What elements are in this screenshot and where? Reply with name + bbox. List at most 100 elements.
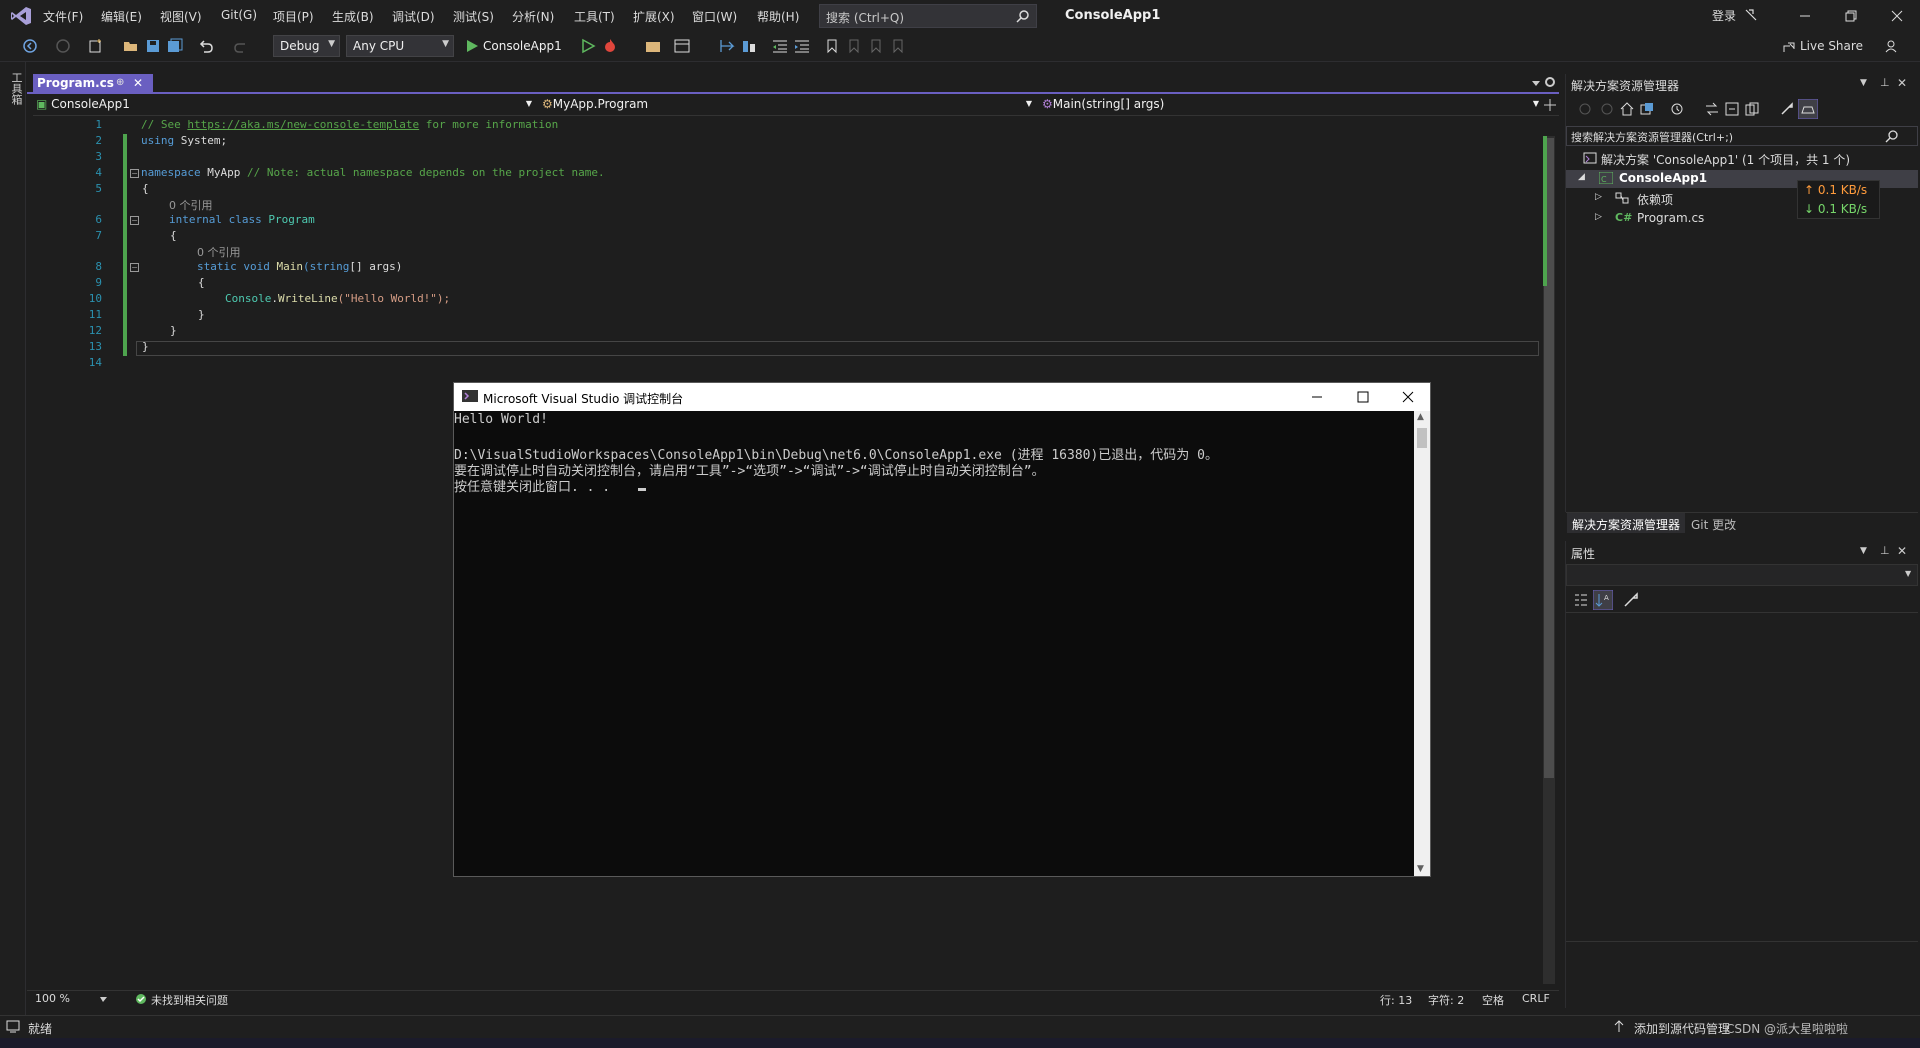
property-pages-icon[interactable] <box>1623 592 1639 608</box>
collapse-all-icon[interactable] <box>1725 102 1739 116</box>
back-icon[interactable] <box>1578 102 1592 116</box>
forward-icon[interactable] <box>1600 102 1614 116</box>
menu-extensions[interactable]: 扩展(X) <box>633 8 675 26</box>
live-share-icon[interactable] <box>1782 40 1798 56</box>
menu-debug[interactable]: 调试(D) <box>392 8 435 26</box>
issues-status[interactable]: 未找到相关问题 <box>151 992 228 1008</box>
menu-file[interactable]: 文件(F) <box>43 8 83 26</box>
project-dropdown[interactable]: ▣ ConsoleApp1 ▼ <box>36 97 532 115</box>
add-to-source-control[interactable]: 添加到源代码管理 <box>1634 1020 1730 1037</box>
console-close-button[interactable] <box>1385 383 1431 411</box>
console-maximize-button[interactable] <box>1340 383 1386 411</box>
split-editor-icon[interactable] <box>1544 99 1556 111</box>
close-panel-icon[interactable]: ✕ <box>1897 544 1907 558</box>
chevron-down-icon[interactable]: ▼ <box>1905 569 1911 578</box>
tab-git-changes[interactable]: Git 更改 <box>1691 516 1736 533</box>
restore-button[interactable] <box>1828 0 1874 32</box>
browse-icon[interactable] <box>645 38 661 54</box>
zoom-level[interactable]: 100 % <box>35 992 70 1005</box>
show-all-files-icon[interactable] <box>1745 102 1759 116</box>
hot-reload-icon[interactable] <box>602 38 618 54</box>
categorized-icon[interactable] <box>1573 592 1589 608</box>
close-tab-icon[interactable]: ✕ <box>133 76 143 90</box>
step-icon[interactable] <box>719 38 735 54</box>
clear-bookmarks-icon[interactable] <box>890 38 906 54</box>
next-bookmark-icon[interactable] <box>868 38 884 54</box>
start-without-debugging-icon[interactable] <box>580 38 596 54</box>
save-all-icon[interactable] <box>167 38 183 54</box>
scroll-up-icon[interactable]: ▲ <box>1417 412 1424 422</box>
menu-window[interactable]: 窗口(W) <box>692 8 737 26</box>
layout-icon[interactable] <box>674 38 690 54</box>
line-ending-indicator[interactable]: CRLF <box>1522 992 1550 1005</box>
char-indicator[interactable]: 字符: 2 <box>1428 992 1464 1008</box>
sync-icon[interactable] <box>1705 102 1719 116</box>
menu-help[interactable]: 帮助(H) <box>757 8 799 26</box>
properties-icon[interactable] <box>1780 102 1794 116</box>
zoom-dropdown-icon[interactable] <box>98 994 110 1006</box>
search-input[interactable]: 搜索 (Ctrl+Q) <box>819 4 1037 28</box>
outdent-icon[interactable] <box>772 38 788 54</box>
collapse-icon[interactable]: − <box>130 216 139 225</box>
tree-solution[interactable]: 解决方案 'ConsoleApp1' (1 个项目，共 1 个) <box>1601 151 1850 168</box>
output-icon[interactable] <box>6 1019 20 1033</box>
live-share-button[interactable]: Live Share <box>1800 39 1863 53</box>
forward-icon[interactable] <box>55 38 71 54</box>
preview-selected-icon[interactable] <box>1798 99 1818 119</box>
configuration-select[interactable]: Debug ▼ <box>273 35 340 57</box>
menu-view[interactable]: 视图(V) <box>160 8 202 26</box>
prev-bookmark-icon[interactable] <box>846 38 862 54</box>
pending-changes-icon[interactable] <box>1670 102 1684 116</box>
menu-edit[interactable]: 编辑(E) <box>101 8 142 26</box>
properties-object-select[interactable] <box>1566 564 1918 586</box>
indent-icon[interactable] <box>794 38 810 54</box>
undo-icon[interactable] <box>198 38 214 54</box>
open-folder-icon[interactable] <box>123 38 139 54</box>
back-icon[interactable] <box>22 38 38 54</box>
collapse-icon[interactable]: − <box>130 263 139 272</box>
menu-test[interactable]: 测试(S) <box>453 8 494 26</box>
tab-overflow-icon[interactable] <box>1531 78 1541 88</box>
menu-git[interactable]: Git(G) <box>221 8 257 26</box>
expand-arrow-icon[interactable]: ◢ <box>1578 172 1585 182</box>
class-dropdown[interactable]: ⚙MyApp.Program ▼ <box>542 97 1032 115</box>
pin-icon[interactable]: ⊕ <box>116 77 124 88</box>
collapse-icon[interactable]: − <box>130 169 139 178</box>
alphabetical-icon[interactable]: A <box>1593 590 1613 610</box>
diagnostics-icon[interactable] <box>741 38 757 54</box>
whitespace-indicator[interactable]: 空格 <box>1482 992 1504 1008</box>
expand-arrow-icon[interactable]: ▷ <box>1595 192 1602 202</box>
menu-tools[interactable]: 工具(T) <box>574 8 615 26</box>
reference-count[interactable]: 0 个引用 <box>197 244 241 260</box>
member-dropdown[interactable]: ⚙Main(string[] args) ▼ <box>1042 97 1539 115</box>
platform-select[interactable]: Any CPU ▼ <box>346 35 454 57</box>
pin-icon[interactable]: ⊥ <box>1880 544 1890 557</box>
new-project-icon[interactable] <box>88 38 104 54</box>
expand-arrow-icon[interactable]: ▷ <box>1595 212 1602 222</box>
feedback-icon[interactable] <box>1744 8 1758 22</box>
close-panel-icon[interactable]: ✕ <box>1897 76 1907 90</box>
panel-menu-icon[interactable]: ▼ <box>1860 546 1867 556</box>
console-scrollbar-thumb[interactable] <box>1417 428 1427 448</box>
minimize-button[interactable] <box>1782 0 1828 32</box>
tree-program-cs[interactable]: Program.cs <box>1637 211 1704 225</box>
scroll-down-icon[interactable]: ▼ <box>1417 864 1424 874</box>
comment-link[interactable]: https://aka.ms/new-console-template <box>187 118 419 131</box>
save-icon[interactable] <box>145 38 161 54</box>
run-button-label[interactable]: ConsoleApp1 <box>483 39 562 53</box>
tree-dependencies[interactable]: 依赖项 <box>1637 191 1673 208</box>
login-button[interactable]: 登录 <box>1712 7 1736 24</box>
toolbox-tab[interactable]: 工具箱 <box>8 72 24 105</box>
menu-build[interactable]: 生成(B) <box>332 8 374 26</box>
close-window-button[interactable] <box>1874 0 1920 32</box>
tab-solution-explorer[interactable]: 解决方案资源管理器 <box>1567 513 1686 533</box>
redo-icon[interactable] <box>233 38 249 54</box>
tree-project[interactable]: ConsoleApp1 <box>1619 171 1707 185</box>
home-icon[interactable] <box>1620 102 1634 116</box>
console-minimize-button[interactable] <box>1294 383 1340 411</box>
console-scrollbar[interactable] <box>1414 411 1430 876</box>
reference-count[interactable]: 0 个引用 <box>169 197 213 213</box>
arrow-up-icon[interactable] <box>1613 1019 1625 1033</box>
menu-analyze[interactable]: 分析(N) <box>512 8 554 26</box>
search-icon[interactable] <box>1885 129 1899 143</box>
